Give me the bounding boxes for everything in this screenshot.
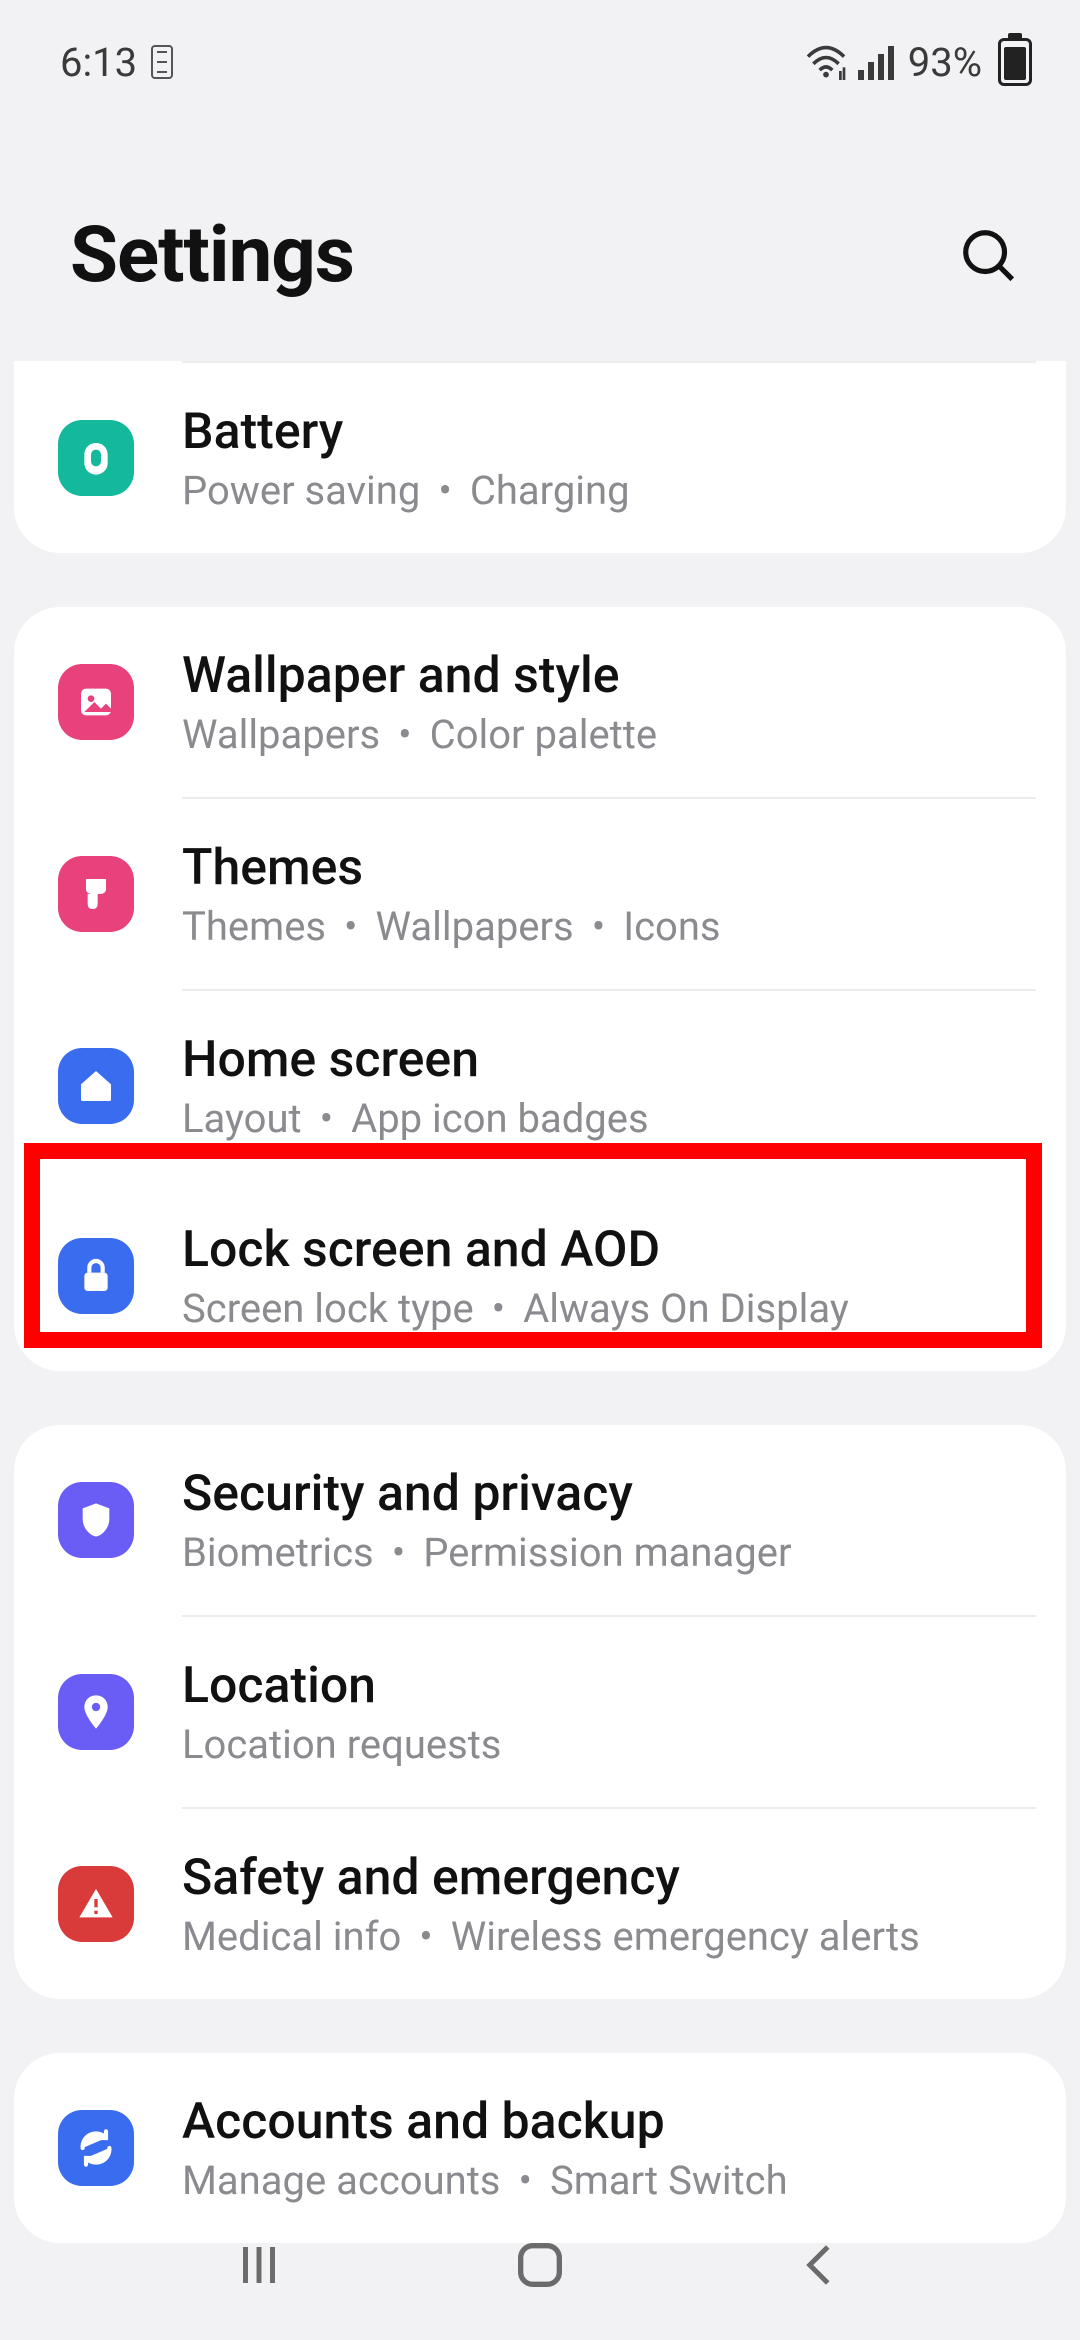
row-subtitle: Manage accounts•Smart Switch	[182, 2157, 1032, 2204]
settings-row-location[interactable]: Location Location requests	[14, 1617, 1066, 1807]
home-icon	[58, 1048, 134, 1124]
row-labels: Security and privacy Biometrics•Permissi…	[182, 1465, 1032, 1576]
row-subtitle: Location requests	[182, 1721, 1032, 1768]
sim-icon	[151, 45, 173, 79]
status-left: 6:13	[60, 39, 173, 86]
row-subtitle: Power saving•Charging	[182, 467, 1032, 514]
home-button[interactable]	[511, 2236, 569, 2294]
row-title: Safety and emergency	[182, 1849, 1032, 1907]
battery-icon	[998, 38, 1032, 86]
back-button[interactable]	[794, 2238, 848, 2292]
settings-list: Battery Power saving•Charging Wallpaper …	[0, 361, 1080, 2303]
row-labels: Accounts and backup Manage accounts•Smar…	[182, 2093, 1032, 2204]
row-subtitle: Biometrics•Permission manager	[182, 1529, 1032, 1576]
row-subtitle: Themes•Wallpapers•Icons	[182, 903, 1032, 950]
settings-group: Security and privacy Biometrics•Permissi…	[14, 1425, 1066, 1999]
page-title: Settings	[70, 210, 354, 301]
row-subtitle: Wallpapers•Color palette	[182, 711, 1032, 758]
settings-row-wallpaper[interactable]: Wallpaper and style Wallpapers•Color pal…	[14, 607, 1066, 797]
settings-row-lock-screen[interactable]: Lock screen and AOD Screen lock type•Alw…	[14, 1181, 1066, 1371]
row-title: Lock screen and AOD	[182, 1221, 1032, 1279]
status-right: 93%	[804, 38, 1032, 86]
page-header: Settings	[0, 100, 1080, 361]
image-icon	[58, 664, 134, 740]
row-title: Security and privacy	[182, 1465, 1032, 1523]
location-icon	[58, 1674, 134, 1750]
settings-row-battery[interactable]: Battery Power saving•Charging	[14, 363, 1066, 553]
brush-icon	[58, 856, 134, 932]
lock-icon	[58, 1238, 134, 1314]
row-title: Home screen	[182, 1031, 1032, 1089]
row-labels: Themes Themes•Wallpapers•Icons	[182, 839, 1032, 950]
row-title: Wallpaper and style	[182, 647, 1032, 705]
row-labels: Wallpaper and style Wallpapers•Color pal…	[182, 647, 1032, 758]
settings-row-home-screen[interactable]: Home screen Layout•App icon badges	[14, 991, 1066, 1181]
status-bar: 6:13 93%	[0, 0, 1080, 100]
row-subtitle: Layout•App icon badges	[182, 1095, 1032, 1142]
row-labels: Location Location requests	[182, 1657, 1032, 1768]
signal-icon	[858, 44, 898, 80]
row-title: Themes	[182, 839, 1032, 897]
settings-row-safety[interactable]: Safety and emergency Medical info•Wirele…	[14, 1809, 1066, 1999]
settings-group: Wallpaper and style Wallpapers•Color pal…	[14, 607, 1066, 1371]
alert-icon	[58, 1866, 134, 1942]
settings-group: Battery Power saving•Charging	[14, 361, 1066, 553]
battery-icon	[58, 420, 134, 496]
row-subtitle: Screen lock type•Always On Display	[182, 1285, 1032, 1332]
row-title: Accounts and backup	[182, 2093, 1032, 2151]
row-labels: Lock screen and AOD Screen lock type•Alw…	[182, 1221, 1032, 1332]
search-icon[interactable]	[958, 225, 1020, 287]
battery-percent: 93%	[908, 39, 982, 86]
wifi-icon	[804, 44, 848, 80]
row-labels: Safety and emergency Medical info•Wirele…	[182, 1849, 1032, 1960]
system-nav-bar	[0, 2210, 1080, 2340]
settings-row-security[interactable]: Security and privacy Biometrics•Permissi…	[14, 1425, 1066, 1615]
row-title: Battery	[182, 403, 1032, 461]
recents-button[interactable]	[232, 2238, 286, 2292]
row-labels: Battery Power saving•Charging	[182, 403, 1032, 514]
shield-icon	[58, 1482, 134, 1558]
row-subtitle: Medical info•Wireless emergency alerts	[182, 1913, 1032, 1960]
sync-icon	[58, 2110, 134, 2186]
row-labels: Home screen Layout•App icon badges	[182, 1031, 1032, 1142]
row-title: Location	[182, 1657, 1032, 1715]
status-time: 6:13	[60, 39, 137, 86]
settings-row-themes[interactable]: Themes Themes•Wallpapers•Icons	[14, 799, 1066, 989]
